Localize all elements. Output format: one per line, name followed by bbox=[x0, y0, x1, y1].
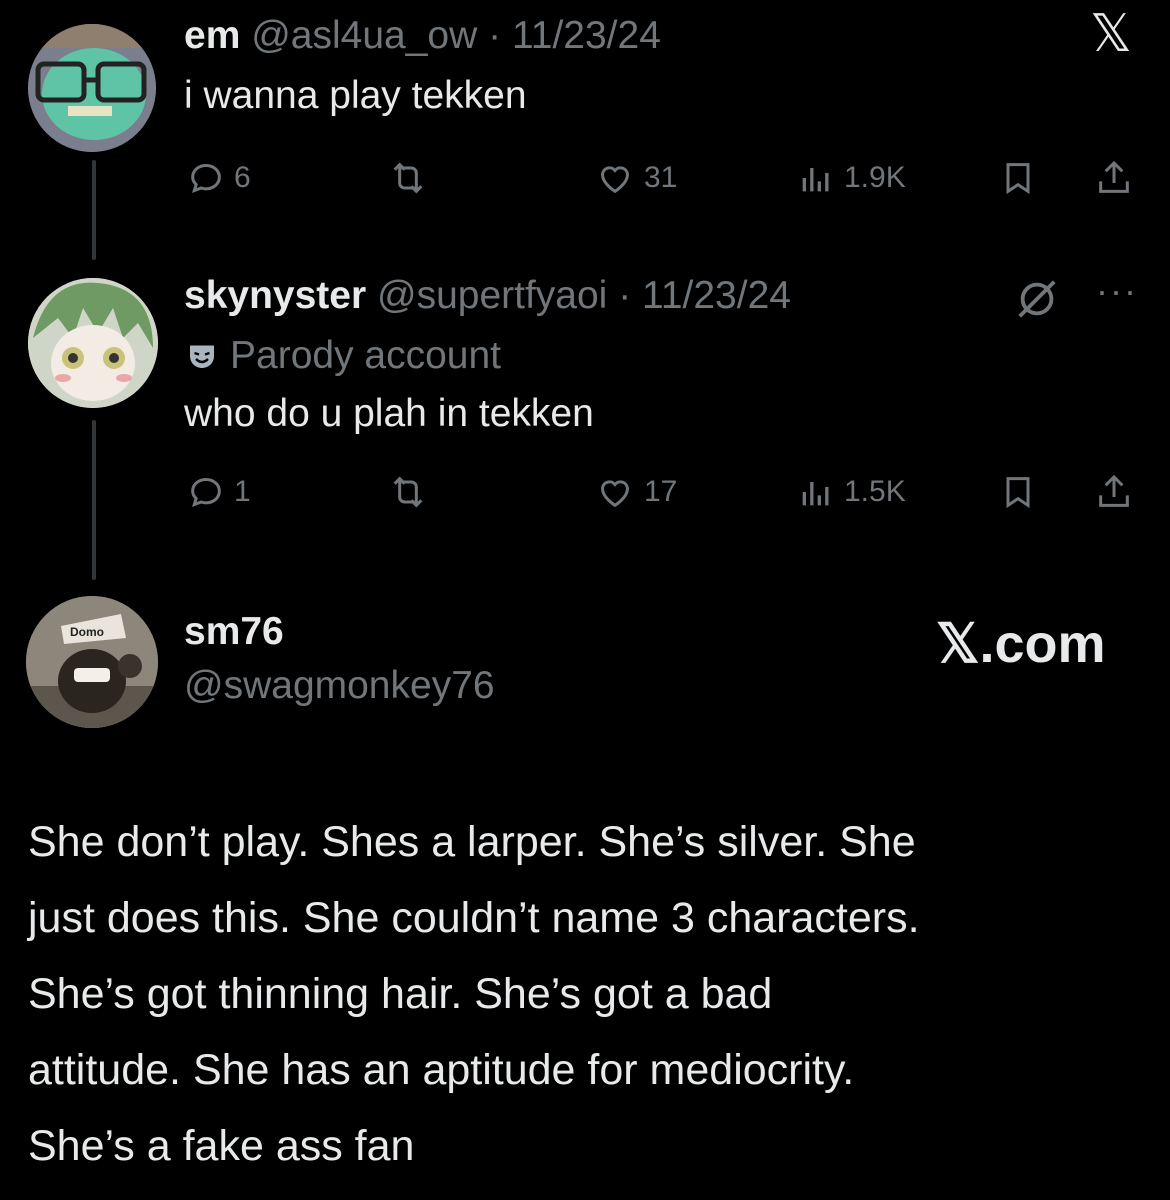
tweet-text: who do u plah in tekken bbox=[184, 392, 594, 435]
reply-button[interactable]: 1 bbox=[186, 472, 251, 512]
separator: · bbox=[618, 274, 632, 317]
tweet-body: She don’t play. Shes a larper. She’s sil… bbox=[28, 804, 1158, 1184]
separator: · bbox=[488, 14, 502, 57]
views-icon bbox=[802, 482, 829, 506]
thread-connector bbox=[92, 160, 96, 260]
more-options-icon[interactable]: ··· bbox=[1096, 270, 1138, 312]
bookmark-button[interactable] bbox=[998, 472, 1038, 512]
x-com-brand: 𝕏.com bbox=[936, 614, 1106, 674]
avatar[interactable] bbox=[28, 278, 158, 408]
display-name[interactable]: sm76 bbox=[184, 610, 284, 654]
tweet-body-line: attitude. She has an aptitude for medioc… bbox=[28, 1046, 855, 1094]
retweet-button[interactable] bbox=[386, 158, 430, 198]
avatar-image: Domo bbox=[26, 596, 158, 728]
avatar[interactable] bbox=[28, 24, 156, 152]
reply-count: 1 bbox=[234, 475, 251, 508]
display-name[interactable]: em bbox=[184, 14, 240, 57]
x-logo-icon: 𝕏 bbox=[1090, 5, 1132, 63]
like-button[interactable]: 31 bbox=[594, 158, 677, 198]
parody-badge-label: Parody account bbox=[230, 334, 502, 377]
tweet-body-line: She’s got thinning hair. She’s got a bad bbox=[28, 970, 773, 1018]
view-count: 1.9K bbox=[844, 161, 906, 194]
share-button[interactable] bbox=[1094, 472, 1134, 512]
tweet-body-line: She don’t play. Shes a larper. She’s sil… bbox=[28, 818, 916, 866]
bookmark-icon bbox=[1006, 163, 1030, 195]
grok-icon[interactable] bbox=[1014, 276, 1060, 322]
share-button[interactable] bbox=[1094, 158, 1134, 198]
parody-mask-icon bbox=[190, 345, 214, 368]
tweet-text: i wanna play tekken bbox=[184, 74, 527, 117]
handle[interactable]: @swagmonkey76 bbox=[184, 664, 495, 708]
bookmark-icon bbox=[1006, 477, 1030, 509]
avatar-image bbox=[28, 24, 156, 152]
like-count: 31 bbox=[644, 161, 678, 194]
timestamp[interactable]: 11/23/24 bbox=[642, 274, 791, 317]
reply-count: 6 bbox=[234, 161, 251, 194]
retweet-icon bbox=[393, 162, 423, 194]
views-button[interactable]: 1.5K bbox=[796, 472, 906, 512]
view-count: 1.5K bbox=[844, 475, 906, 508]
like-count: 17 bbox=[644, 475, 678, 508]
tweet-body-line: She’s a fake ass fan bbox=[28, 1122, 415, 1170]
handle[interactable]: @supertfyaoi bbox=[377, 274, 607, 317]
handle[interactable]: @asl4ua_ow bbox=[251, 14, 477, 57]
avatar[interactable]: Domo bbox=[26, 596, 158, 728]
share-icon bbox=[1099, 474, 1129, 507]
display-name[interactable]: skynyster bbox=[184, 274, 366, 317]
reply-icon bbox=[191, 163, 221, 193]
avatar-image bbox=[28, 278, 158, 408]
like-button[interactable]: 17 bbox=[594, 472, 677, 512]
heart-icon bbox=[600, 166, 630, 194]
avatar-hat-text: Domo bbox=[70, 625, 104, 639]
reply-icon bbox=[191, 477, 221, 507]
share-icon bbox=[1099, 160, 1129, 193]
reply-button[interactable]: 6 bbox=[186, 158, 251, 198]
bookmark-button[interactable] bbox=[998, 158, 1038, 198]
views-button[interactable]: 1.9K bbox=[796, 158, 906, 198]
heart-icon bbox=[600, 480, 630, 508]
views-icon bbox=[802, 168, 829, 192]
thread-connector bbox=[92, 420, 96, 580]
timestamp[interactable]: 11/23/24 bbox=[512, 14, 661, 57]
tweet-body-line: just does this. She couldn’t name 3 char… bbox=[28, 894, 920, 942]
retweet-icon bbox=[393, 476, 423, 508]
retweet-button[interactable] bbox=[386, 472, 430, 512]
